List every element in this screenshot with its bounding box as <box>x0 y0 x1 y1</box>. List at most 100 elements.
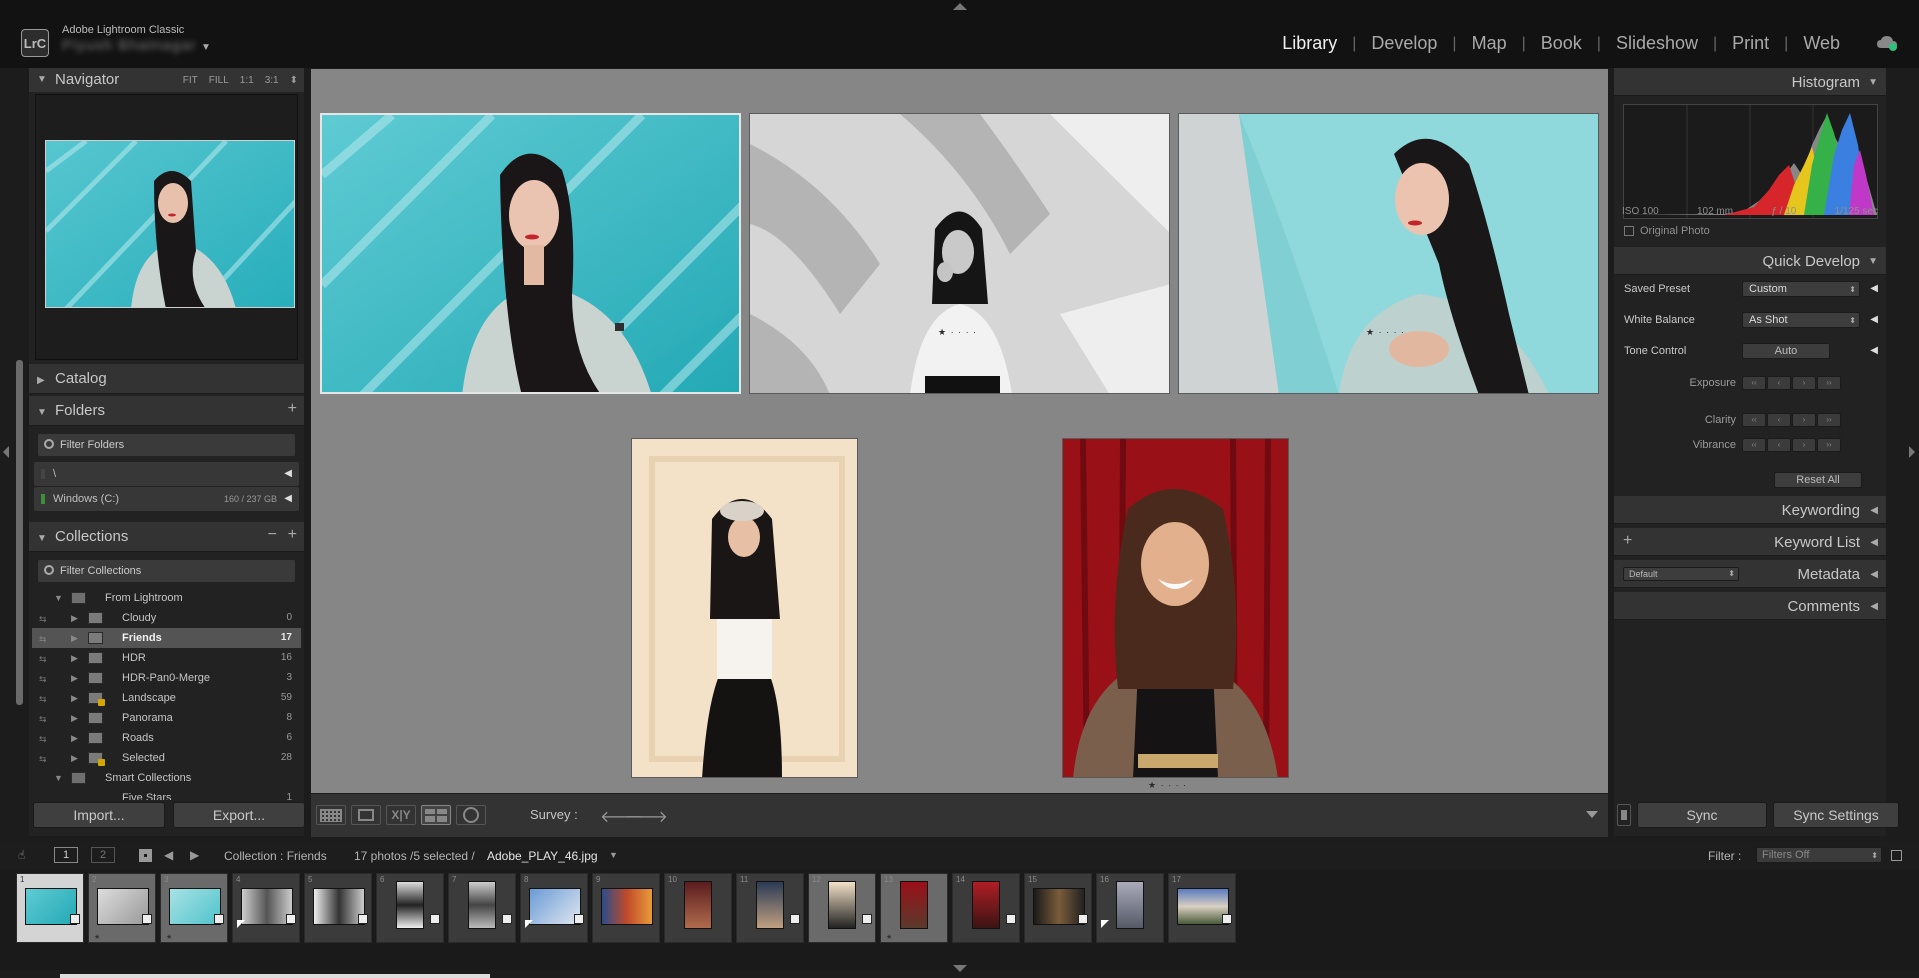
volume-root[interactable]: \ ◀ <box>34 462 299 486</box>
original-photo-toggle[interactable]: Original Photo <box>1624 225 1710 237</box>
module-map[interactable]: Map <box>1457 33 1522 54</box>
sync-button[interactable]: Sync <box>1637 802 1767 828</box>
left-panel-scrollbar[interactable] <box>16 360 23 705</box>
collapse-left-panel-icon[interactable] <box>3 446 9 458</box>
collapse-top-panel-icon[interactable] <box>953 3 967 10</box>
collection-item-selected[interactable]: ⇆ ▶ Selected 28 <box>32 748 301 768</box>
original-photo-checkbox[interactable] <box>1624 226 1634 236</box>
white-balance-expand-icon[interactable]: ◀ <box>1870 314 1878 325</box>
module-book[interactable]: Book <box>1526 33 1597 54</box>
filmstrip-scrollbar[interactable] <box>60 974 490 978</box>
expand-triangle-icon[interactable]: ▶ <box>71 713 78 724</box>
add-folder-plus-icon[interactable]: + <box>288 400 297 418</box>
collection-item-five-stars[interactable]: Five Stars 1 <box>32 788 301 800</box>
navigator-preview-area[interactable] <box>35 94 298 360</box>
keywording-header[interactable]: Keywording ◀ <box>1614 496 1886 524</box>
zoom-fit[interactable]: FIT <box>183 75 198 86</box>
expand-triangle-icon[interactable]: ◀ <box>1870 569 1878 580</box>
collection-item-cloudy[interactable]: ⇆ ▶ Cloudy 0 <box>32 608 301 628</box>
module-library[interactable]: Library <box>1267 33 1352 54</box>
module-print[interactable]: Print <box>1717 33 1784 54</box>
exposure-increase-button[interactable]: › <box>1792 376 1816 390</box>
expand-triangle-icon[interactable]: ▶ <box>37 375 45 386</box>
sync-arrows-icon[interactable]: ⇆ <box>39 634 47 645</box>
current-filename[interactable]: Adobe_PLAY_46.jpg <box>487 849 598 863</box>
cloud-sync-icon[interactable] <box>1876 35 1898 51</box>
vibrance-increase-large-button[interactable]: ›› <box>1817 438 1841 452</box>
vibrance-increase-button[interactable]: › <box>1792 438 1816 452</box>
remove-collection-minus-icon[interactable]: − <box>268 526 277 544</box>
touch-mode-icon[interactable]: ☝ <box>18 848 25 862</box>
user-name[interactable]: Piyush Bhatnagar <box>62 37 196 54</box>
survey-photo-1[interactable] <box>320 113 741 394</box>
filmstrip-thumb[interactable]: 2 ★ <box>88 873 156 943</box>
navigator-preview[interactable] <box>45 140 295 308</box>
rating-stars[interactable]: ★ · · · · <box>1148 780 1187 791</box>
filter-lock-icon[interactable] <box>1891 850 1902 861</box>
toolbar-options-chevron-icon[interactable] <box>1586 811 1598 818</box>
import-button[interactable]: Import... <box>33 802 165 828</box>
clarity-increase-button[interactable]: › <box>1792 413 1816 427</box>
filename-menu-chevron-icon[interactable]: ▼ <box>609 850 618 860</box>
collections-header[interactable]: ▼ Collections − + <box>29 522 304 552</box>
vibrance-decrease-button[interactable]: ‹ <box>1767 438 1791 452</box>
filmstrip-thumb[interactable]: 17 <box>1168 873 1236 943</box>
zoom-fill[interactable]: FILL <box>209 75 229 86</box>
user-menu-chevron-icon[interactable]: ▼ <box>201 42 211 53</box>
reset-all-button[interactable]: Reset All <box>1774 472 1862 488</box>
grid-view-icon[interactable] <box>139 849 152 862</box>
collapse-triangle-icon[interactable]: ▼ <box>1868 77 1878 88</box>
survey-view[interactable]: ★ · · · · ★ · · · · ★ · · · · <box>311 69 1608 793</box>
expand-triangle-icon[interactable]: ▶ <box>71 633 78 644</box>
module-web[interactable]: Web <box>1788 33 1855 54</box>
collapse-triangle-icon[interactable]: ▼ <box>37 533 47 544</box>
collapse-triangle-icon[interactable]: ▼ <box>54 593 63 603</box>
sync-arrows-icon[interactable]: ⇆ <box>39 734 47 745</box>
filmstrip-thumb[interactable]: 3 ★ <box>160 873 228 943</box>
next-photo-arrow-icon[interactable]: 🡒 <box>625 806 668 827</box>
back-arrow-icon[interactable]: ◀ <box>164 848 173 862</box>
collapse-triangle-icon[interactable]: ▼ <box>37 407 47 418</box>
exposure-increase-large-button[interactable]: ›› <box>1817 376 1841 390</box>
saved-preset-select[interactable]: Custom ⬍ <box>1742 281 1860 297</box>
auto-tone-button[interactable]: Auto <box>1742 343 1830 359</box>
filter-collections-input[interactable]: Filter Collections <box>38 560 295 582</box>
filmstrip-thumb[interactable]: 13 ★ <box>880 873 948 943</box>
tone-control-expand-icon[interactable]: ◀ <box>1870 345 1878 356</box>
filmstrip-thumb[interactable]: 14 <box>952 873 1020 943</box>
module-slideshow[interactable]: Slideshow <box>1601 33 1713 54</box>
filmstrip-thumb[interactable]: 6 <box>376 873 444 943</box>
sync-arrows-icon[interactable]: ⇆ <box>39 654 47 665</box>
exposure-decrease-button[interactable]: ‹ <box>1767 376 1791 390</box>
folders-header[interactable]: ▼ Folders + <box>29 396 304 426</box>
filmstrip-thumb[interactable]: 16 <box>1096 873 1164 943</box>
filmstrip-thumb[interactable]: 10 <box>664 873 732 943</box>
sync-arrows-icon[interactable]: ⇆ <box>39 674 47 685</box>
exposure-decrease-large-button[interactable]: ‹‹ <box>1742 376 1766 390</box>
filmstrip-thumb[interactable]: 9 <box>592 873 660 943</box>
expand-triangle-icon[interactable]: ◀ <box>1870 601 1878 612</box>
survey-photo-3[interactable] <box>1178 113 1599 394</box>
sync-arrows-icon[interactable]: ⇆ <box>39 614 47 625</box>
forward-arrow-icon[interactable]: ▶ <box>190 848 199 862</box>
add-keyword-plus-icon[interactable]: + <box>1623 532 1632 550</box>
people-view-button[interactable] <box>456 805 486 825</box>
filmstrip-thumb[interactable]: 11 <box>736 873 804 943</box>
zoom-stepper-icon[interactable]: ⬍ <box>290 75 298 86</box>
expand-triangle-icon[interactable]: ▶ <box>71 693 78 704</box>
flag-icon[interactable] <box>615 323 624 331</box>
navigator-header[interactable]: ▼ Navigator FIT FILL 1:1 3:1 ⬍ <box>29 68 304 92</box>
clarity-decrease-button[interactable]: ‹ <box>1767 413 1791 427</box>
catalog-header[interactable]: ▶ Catalog <box>29 364 304 394</box>
compare-view-button[interactable]: X|Y <box>386 805 416 825</box>
filter-folders-input[interactable]: Filter Folders <box>38 434 295 456</box>
clarity-increase-large-button[interactable]: ›› <box>1817 413 1841 427</box>
survey-photo-5[interactable] <box>1062 438 1289 778</box>
survey-photo-2[interactable] <box>749 113 1170 394</box>
filmstrip-thumb[interactable]: 12 <box>808 873 876 943</box>
expand-triangle-icon[interactable]: ▶ <box>71 673 78 684</box>
keyword-list-header[interactable]: + Keyword List ◀ <box>1614 528 1886 556</box>
expand-triangle-icon[interactable]: ◀ <box>1870 505 1878 516</box>
collection-item-hdr-pano-merge[interactable]: ⇆ ▶ HDR-Pan0-Merge 3 <box>32 668 301 688</box>
filmstrip-thumb[interactable]: 7 <box>448 873 516 943</box>
